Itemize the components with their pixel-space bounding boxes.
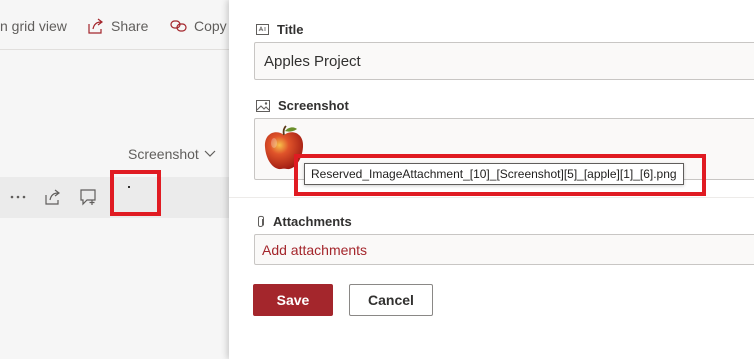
title-value: Apples Project <box>264 53 361 70</box>
share-icon[interactable] <box>45 189 62 205</box>
screenshot-label-text: Screenshot <box>278 98 349 113</box>
attachments-label-text: Attachments <box>273 214 352 229</box>
share-label: Share <box>111 18 149 34</box>
share-icon <box>88 18 103 34</box>
column-header-label: Screenshot <box>128 146 199 162</box>
chevron-down-icon <box>204 150 216 157</box>
copy-label: Copy <box>194 18 227 34</box>
attachments-field-label: Attachments <box>256 214 352 229</box>
text-field-icon <box>256 24 269 35</box>
edit-grid-view-command[interactable]: n grid view <box>0 16 67 36</box>
screenshot-field-label: Screenshot <box>256 98 349 113</box>
title-label-text: Title <box>277 22 304 37</box>
attachments-input[interactable]: Add attachments <box>254 234 754 265</box>
copy-link-command[interactable]: Copy <box>170 16 227 36</box>
highlight-box-cell <box>110 170 161 216</box>
comment-icon[interactable] <box>80 189 98 206</box>
link-icon <box>170 20 187 32</box>
edit-grid-view-label: n grid view <box>0 18 67 34</box>
cancel-button[interactable]: Cancel <box>349 284 433 316</box>
more-icon[interactable] <box>10 195 26 199</box>
save-button[interactable]: Save <box>253 284 333 316</box>
share-command[interactable]: Share <box>88 16 148 36</box>
paperclip-icon <box>258 215 264 227</box>
highlight-box-tooltip <box>294 154 706 196</box>
title-field-label: Title <box>256 22 304 37</box>
add-attachments-link[interactable]: Add attachments <box>262 242 367 258</box>
section-divider <box>229 197 754 198</box>
command-bar: n grid view Share Copy <box>0 0 229 50</box>
image-icon <box>256 99 270 112</box>
title-input[interactable]: Apples Project <box>254 42 754 80</box>
column-header-screenshot[interactable]: Screenshot <box>128 146 216 162</box>
